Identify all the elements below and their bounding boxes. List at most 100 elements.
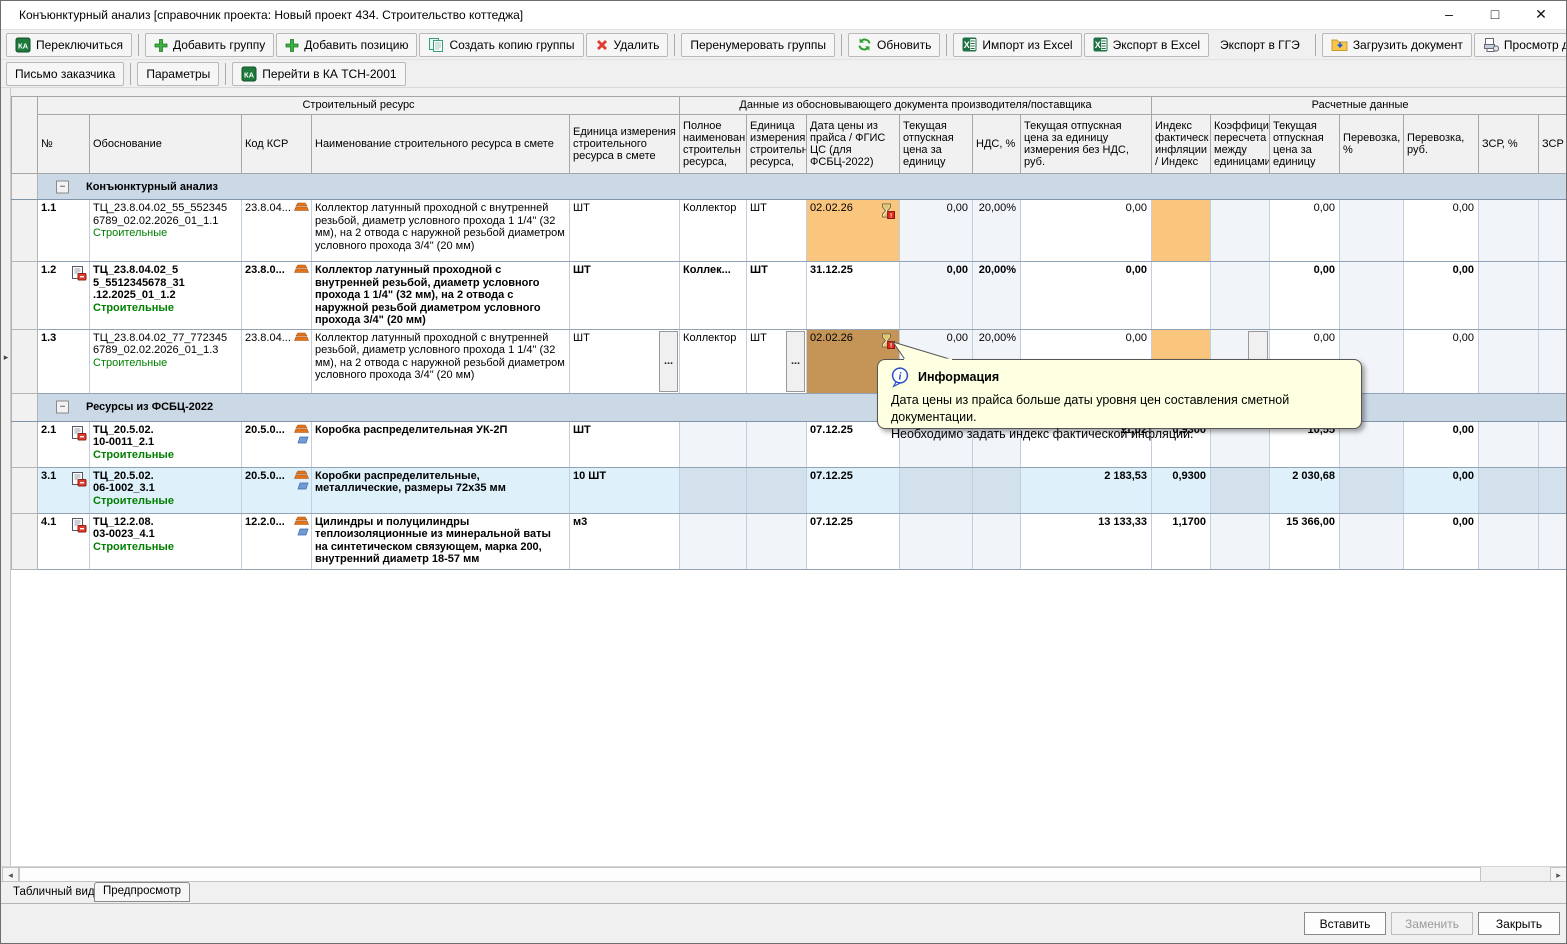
replace-button[interactable]: Заменить bbox=[1391, 912, 1473, 935]
cell-price2-1.2[interactable]: 0,00 bbox=[1270, 262, 1340, 330]
toolbar-button-0[interactable]: КАПереключиться bbox=[6, 33, 132, 57]
toolbar-button-13[interactable]: Экспорт в ГГЭ bbox=[1211, 33, 1309, 57]
column-header-unit_est[interactable]: Единица измерения строительного ресурса … bbox=[570, 115, 680, 174]
column-header-date[interactable]: Дата цены из прайса / ФГИС ЦС (для ФСБЦ-… bbox=[807, 115, 900, 174]
row-header-cell[interactable] bbox=[12, 393, 38, 421]
cell-num-1.1[interactable]: 1.1 bbox=[38, 200, 90, 262]
toolbar-button-16[interactable]: Просмотр документа bbox=[1474, 33, 1567, 57]
toolbar-button-9[interactable]: Обновить bbox=[848, 33, 940, 57]
toolbar-button-5[interactable]: Удалить bbox=[586, 33, 669, 57]
cell-zsr_pct-3.1[interactable] bbox=[1479, 467, 1539, 513]
cell-just-1.2[interactable]: ТЦ_23.8.04.02_5 5_5512345678_31 .12.2025… bbox=[90, 262, 242, 330]
cell-index-3.1[interactable]: 0,9300 bbox=[1152, 467, 1211, 513]
column-header-tr_rub[interactable]: Перевозка, руб. bbox=[1404, 115, 1479, 174]
cell-tr_pct-1.2[interactable] bbox=[1340, 262, 1404, 330]
toolbar-button-7[interactable]: Перенумеровать группы bbox=[681, 33, 835, 57]
cell-name-1.1[interactable]: Коллектор латунный проходной с внутренне… bbox=[312, 200, 570, 262]
cell-zsr-2.1[interactable] bbox=[1539, 421, 1567, 467]
scrollbar-thumb[interactable] bbox=[19, 867, 1481, 882]
cell-full-2.1[interactable] bbox=[680, 421, 747, 467]
horizontal-scrollbar[interactable]: ◂ ▸ bbox=[1, 866, 1567, 882]
cell-just-3.1[interactable]: ТЦ_20.5.02. 06-1002_3.1Строительные bbox=[90, 467, 242, 513]
cell-tr_rub-1.1[interactable]: 0,00 bbox=[1404, 200, 1479, 262]
cell-unit-4.1[interactable] bbox=[747, 513, 807, 569]
cell-tr_pct-3.1[interactable] bbox=[1340, 467, 1404, 513]
cell-date-4.1[interactable]: 07.12.25 bbox=[807, 513, 900, 569]
collapse-group-icon[interactable]: − bbox=[56, 401, 69, 414]
cell-zsr_pct-4.1[interactable] bbox=[1479, 513, 1539, 569]
cell-full-1.3[interactable]: Коллектор bbox=[680, 329, 747, 393]
row-header-cell[interactable] bbox=[12, 174, 38, 200]
cell-price2-4.1[interactable]: 15 366,00 bbox=[1270, 513, 1340, 569]
cell-tr_rub-1.2[interactable]: 0,00 bbox=[1404, 262, 1479, 330]
scroll-left-icon[interactable]: ◂ bbox=[2, 867, 19, 882]
cell-full-3.1[interactable] bbox=[680, 467, 747, 513]
column-header-price2[interactable]: Текущая отпускная цена за единицу bbox=[1270, 115, 1340, 174]
cell-name-3.1[interactable]: Коробки распределительные, металлические… bbox=[312, 467, 570, 513]
insert-button[interactable]: Вставить bbox=[1304, 912, 1386, 935]
toolbar-button-2[interactable]: Добавить группу bbox=[145, 33, 274, 57]
cell-full-1.1[interactable]: Коллектор bbox=[680, 200, 747, 262]
maximize-button[interactable]: □ bbox=[1472, 1, 1518, 29]
cell-zsr-4.1[interactable] bbox=[1539, 513, 1567, 569]
toolbar-button-4[interactable]: КАПерейти в КА ТСН-2001 bbox=[232, 62, 405, 86]
cell-price-4.1[interactable] bbox=[900, 513, 973, 569]
cell-num-1.3[interactable]: 1.3 bbox=[38, 329, 90, 393]
tab-preview[interactable]: Предпросмотр bbox=[94, 882, 190, 902]
cell-full-4.1[interactable] bbox=[680, 513, 747, 569]
scroll-right-icon[interactable]: ▸ bbox=[1550, 867, 1567, 882]
toolbar-button-0[interactable]: Письмо заказчика bbox=[6, 62, 124, 86]
cell-ksr-3.1[interactable]: 20.5.0... bbox=[242, 467, 312, 513]
cell-tr_rub-4.1[interactable]: 0,00 bbox=[1404, 513, 1479, 569]
cell-novat-1.2[interactable]: 0,00 bbox=[1021, 262, 1152, 330]
cell-unit_est-1.3[interactable]: ШТ... bbox=[570, 329, 680, 393]
cell-full-1.2[interactable]: Коллек... bbox=[680, 262, 747, 330]
cell-vat-1.2[interactable]: 20,00% bbox=[973, 262, 1021, 330]
cell-zsr-1.2[interactable] bbox=[1539, 262, 1567, 330]
cell-num-2.1[interactable]: 2.1 bbox=[38, 421, 90, 467]
cell-ksr-2.1[interactable]: 20.5.0... bbox=[242, 421, 312, 467]
column-header-price[interactable]: Текущая отпускная цена за единицу bbox=[900, 115, 973, 174]
cell-coef-4.1[interactable] bbox=[1211, 513, 1270, 569]
cell-zsr_pct-2.1[interactable] bbox=[1479, 421, 1539, 467]
row-header-cell[interactable] bbox=[12, 421, 38, 467]
cell-unit-1.3[interactable]: ШТ... bbox=[747, 329, 807, 393]
column-header-num[interactable]: № bbox=[38, 115, 90, 174]
row-header-cell[interactable] bbox=[12, 467, 38, 513]
cell-tr_rub-1.3[interactable]: 0,00 bbox=[1404, 329, 1479, 393]
cell-unit-1.1[interactable]: ШТ bbox=[747, 200, 807, 262]
column-header-zsr[interactable]: ЗСР bbox=[1539, 115, 1567, 174]
toolbar-button-12[interactable]: XЭкспорт в Excel bbox=[1084, 33, 1209, 57]
toolbar-button-4[interactable]: Создать копию группы bbox=[419, 33, 583, 57]
column-header-index[interactable]: Индекс фактическ инфляции / Индекс bbox=[1152, 115, 1211, 174]
cell-novat-1.1[interactable]: 0,00 bbox=[1021, 200, 1152, 262]
cell-unit-2.1[interactable] bbox=[747, 421, 807, 467]
splitter-expand-icon[interactable]: ▸ bbox=[1, 348, 11, 366]
cell-coef-3.1[interactable] bbox=[1211, 467, 1270, 513]
cell-just-2.1[interactable]: ТЦ_20.5.02. 10-0011_2.1Строительные bbox=[90, 421, 242, 467]
cell-name-1.2[interactable]: Коллектор латунный проходной с внутренне… bbox=[312, 262, 570, 330]
cell-zsr-1.3[interactable] bbox=[1539, 329, 1567, 393]
cell-zsr-3.1[interactable] bbox=[1539, 467, 1567, 513]
cell-ksr-1.3[interactable]: 23.8.04... bbox=[242, 329, 312, 393]
row-header-cell[interactable] bbox=[12, 200, 38, 262]
row-header-cell[interactable] bbox=[12, 262, 38, 330]
cell-name-4.1[interactable]: Цилиндры и полуцилиндры теплоизоляционны… bbox=[312, 513, 570, 569]
column-header-novat[interactable]: Текущая отпускная цена за единицу измере… bbox=[1021, 115, 1152, 174]
column-header-full[interactable]: Полное наименован строительн ресурса, bbox=[680, 115, 747, 174]
cell-tr_rub-2.1[interactable]: 0,00 bbox=[1404, 421, 1479, 467]
minimize-button[interactable]: – bbox=[1426, 1, 1472, 29]
column-header-unit[interactable]: Единица измерения строительн ресурса, bbox=[747, 115, 807, 174]
cell-ksr-4.1[interactable]: 12.2.0... bbox=[242, 513, 312, 569]
cell-just-1.1[interactable]: ТЦ_23.8.04.02_55_552345 6789_02.02.2026_… bbox=[90, 200, 242, 262]
toolbar-button-11[interactable]: XИмпорт из Excel bbox=[953, 33, 1081, 57]
collapse-group-icon[interactable]: − bbox=[56, 180, 69, 193]
cell-date-1.1[interactable]: 02.02.26! bbox=[807, 200, 900, 262]
cell-name-1.3[interactable]: Коллектор латунный проходной с внутренне… bbox=[312, 329, 570, 393]
cell-price2-3.1[interactable]: 2 030,68 bbox=[1270, 467, 1340, 513]
cell-unit_est-3.1[interactable]: 10 ШТ bbox=[570, 467, 680, 513]
cell-vat-3.1[interactable] bbox=[973, 467, 1021, 513]
row-header-cell[interactable] bbox=[12, 329, 38, 393]
toolbar-button-15[interactable]: Загрузить документ bbox=[1322, 33, 1472, 57]
column-header-just[interactable]: Обоснование bbox=[90, 115, 242, 174]
